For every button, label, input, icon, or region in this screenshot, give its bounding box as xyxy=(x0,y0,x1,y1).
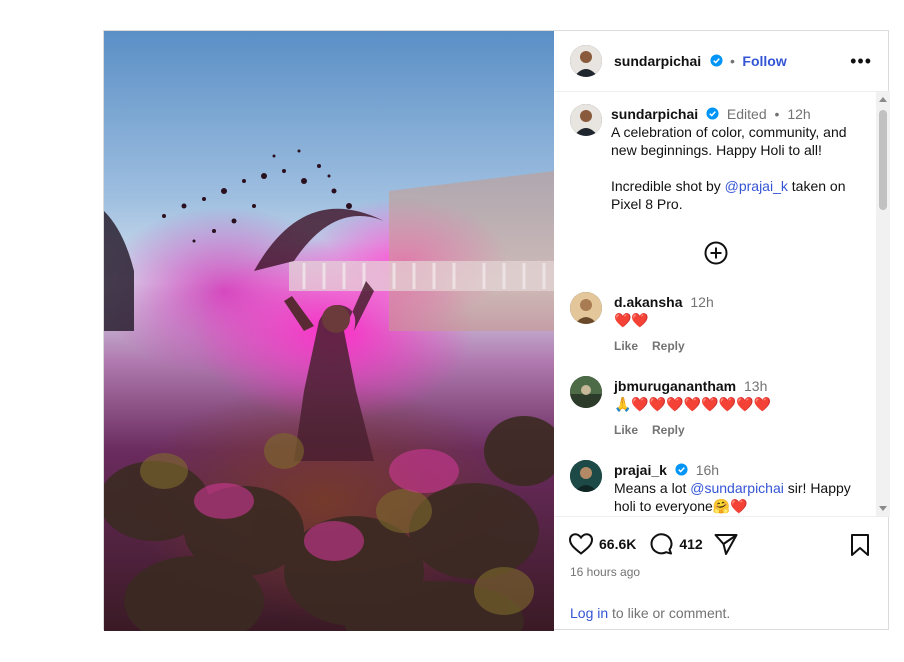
bookmark-icon[interactable] xyxy=(850,533,870,557)
author-avatar[interactable] xyxy=(570,45,602,77)
action-bar: 66.6K 412 xyxy=(568,531,739,557)
comment-time[interactable]: 16h xyxy=(696,462,719,478)
caption-line-2: Incredible shot by @prajai_k taken on Pi… xyxy=(611,177,863,213)
comment-text: Means a lot @sundarpichai sir! Happy hol… xyxy=(614,479,864,515)
post-image[interactable] xyxy=(104,31,554,631)
caption: sundarpichai Edited • 12h A celebration … xyxy=(611,105,863,213)
post-timestamp[interactable]: 16 hours ago xyxy=(570,565,640,579)
scroll-down-arrow-icon[interactable] xyxy=(879,506,887,511)
post-footer: 66.6K 412 16 hours ago Log in to like or… xyxy=(554,516,890,632)
post-header-line: sundarpichai • Follow xyxy=(614,53,787,71)
person-avatar-icon xyxy=(570,104,602,136)
comment-header: prajai_k 16h xyxy=(614,461,864,479)
comment-header: jbmuruganantham 13h xyxy=(614,377,864,395)
load-more-comments-button[interactable] xyxy=(704,241,728,270)
commenter-avatar[interactable] xyxy=(570,460,602,492)
post-sidebar: sundarpichai • Follow ••• sundarpichai E… xyxy=(554,31,890,631)
heart-icon[interactable] xyxy=(568,532,594,556)
scrollbar-thumb[interactable] xyxy=(879,110,887,210)
comment-header: d.akansha 12h xyxy=(614,293,854,311)
comment-icon[interactable] xyxy=(648,532,674,556)
login-link[interactable]: Log in xyxy=(570,605,608,621)
comments-count[interactable]: 412 xyxy=(679,536,702,552)
likes-count[interactable]: 66.6K xyxy=(599,536,636,552)
scroll-up-arrow-icon[interactable] xyxy=(879,97,887,102)
verified-badge-icon xyxy=(706,107,719,120)
caption-line-2-prefix: Incredible shot by xyxy=(611,178,725,194)
reply-button[interactable]: Reply xyxy=(652,339,685,353)
comment-actions: Like Reply xyxy=(614,423,864,437)
login-prompt-text: to like or comment. xyxy=(608,605,731,621)
comment-username[interactable]: d.akansha xyxy=(614,294,682,310)
person-avatar-icon xyxy=(570,376,602,408)
commenter-avatar[interactable] xyxy=(570,376,602,408)
comment-text: 🙏❤️❤️❤️❤️❤️❤️❤️❤️ xyxy=(614,396,771,412)
commenter-avatar[interactable] xyxy=(570,292,602,324)
login-prompt: Log in to like or comment. xyxy=(570,605,730,621)
comment: jbmuruganantham 13h 🙏❤️❤️❤️❤️❤️❤️❤️❤️ Li… xyxy=(614,377,864,437)
comment-actions: Like Reply xyxy=(614,339,854,353)
verified-badge-icon xyxy=(710,54,723,67)
post-header: sundarpichai • Follow ••• xyxy=(554,31,890,92)
comments-scrollbar[interactable] xyxy=(876,92,890,516)
comment-time[interactable]: 12h xyxy=(690,294,713,310)
follow-button[interactable]: Follow xyxy=(742,53,786,69)
more-options-icon[interactable]: ••• xyxy=(850,51,872,72)
caption-username[interactable]: sundarpichai xyxy=(611,106,698,122)
verified-badge-icon xyxy=(675,463,688,476)
comment: prajai_k 16h Means a lot @sundarpichai s… xyxy=(614,461,864,515)
header-separator: • xyxy=(730,53,735,69)
comment-mention[interactable]: @sundarpichai xyxy=(690,480,784,496)
person-avatar-icon xyxy=(570,45,602,77)
edited-label: Edited xyxy=(726,106,767,122)
caption-header: sundarpichai Edited • 12h xyxy=(611,105,863,123)
person-avatar-icon xyxy=(570,460,602,492)
caption-time[interactable]: 12h xyxy=(787,106,810,122)
caption-separator: • xyxy=(774,106,780,122)
comment-username[interactable]: jbmuruganantham xyxy=(614,378,736,394)
caption-mention[interactable]: @prajai_k xyxy=(725,178,788,194)
caption-line-1: A celebration of color, community, and n… xyxy=(611,124,847,158)
comment: d.akansha 12h ❤️❤️ Like Reply xyxy=(614,293,854,353)
author-username[interactable]: sundarpichai xyxy=(614,53,701,69)
holi-scene-illustration xyxy=(104,149,554,631)
like-comment-button[interactable]: Like xyxy=(614,339,638,353)
comment-text: ❤️❤️ xyxy=(614,312,649,328)
person-avatar-icon xyxy=(570,292,602,324)
plus-circle-icon xyxy=(704,241,728,265)
reply-button[interactable]: Reply xyxy=(652,423,685,437)
comment-username[interactable]: prajai_k xyxy=(614,462,667,478)
like-comment-button[interactable]: Like xyxy=(614,423,638,437)
comments-scroll-area[interactable]: sundarpichai Edited • 12h A celebration … xyxy=(554,92,890,516)
share-icon[interactable] xyxy=(713,532,739,556)
comment-text-prefix: Means a lot xyxy=(614,480,691,496)
caption-author-avatar[interactable] xyxy=(570,104,602,136)
comment-time[interactable]: 13h xyxy=(744,378,767,394)
post-card: sundarpichai • Follow ••• sundarpichai E… xyxy=(103,30,890,631)
